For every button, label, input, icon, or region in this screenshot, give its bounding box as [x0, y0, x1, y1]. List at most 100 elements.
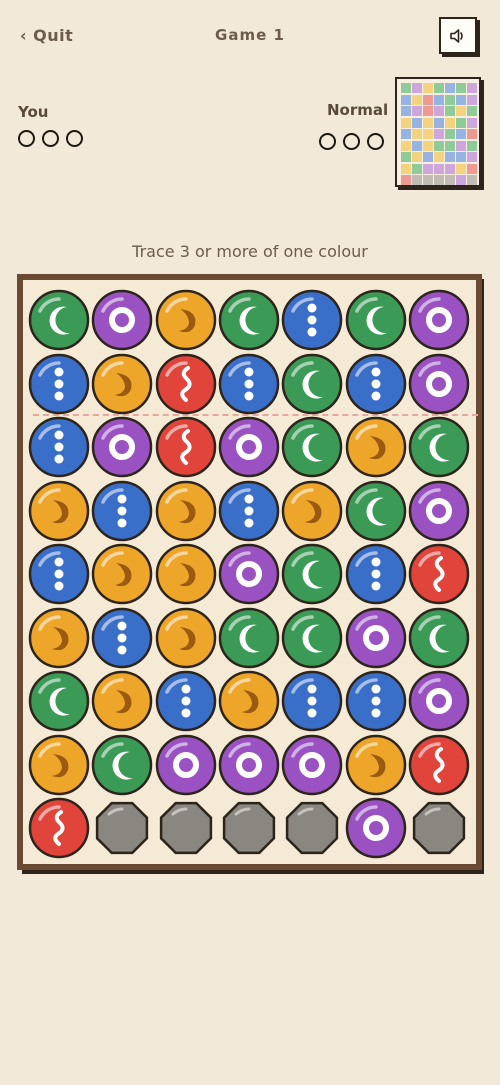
minimap-cell-orange	[412, 129, 422, 139]
sound-toggle-button[interactable]	[439, 17, 477, 54]
marble-blue[interactable]	[218, 480, 280, 542]
marble-red[interactable]	[28, 797, 90, 859]
minimap-cell-green	[412, 163, 422, 174]
marble-green[interactable]	[28, 670, 90, 732]
marble-green[interactable]	[408, 607, 470, 669]
game-board[interactable]	[17, 274, 482, 870]
marble-purple[interactable]	[91, 416, 153, 478]
marble-purple[interactable]	[218, 543, 280, 605]
minimap-cell-blue	[434, 117, 444, 128]
minimap-cell-red	[423, 94, 433, 105]
marble-orange[interactable]	[28, 734, 90, 796]
minimap-cell-purple	[423, 163, 433, 174]
marble-blue[interactable]	[218, 353, 280, 415]
marble-orange[interactable]	[91, 543, 153, 605]
marble-blue[interactable]	[28, 353, 90, 415]
minimap-cell-purple	[434, 106, 444, 116]
marble-red[interactable]	[155, 353, 217, 415]
minimap-cell-orange	[423, 117, 433, 128]
marble-red[interactable]	[155, 416, 217, 478]
minimap-cell-green	[401, 83, 411, 93]
marble-orange[interactable]	[91, 670, 153, 732]
marble-orange[interactable]	[155, 607, 217, 669]
minimap-cell-red	[401, 175, 411, 185]
marble-red[interactable]	[408, 543, 470, 605]
marble-green[interactable]	[345, 480, 407, 542]
marble-blue[interactable]	[281, 289, 343, 351]
marble-purple[interactable]	[408, 480, 470, 542]
marble-orange[interactable]	[345, 734, 407, 796]
marble-purple[interactable]	[155, 734, 217, 796]
marble-orange[interactable]	[91, 353, 153, 415]
marble-blue[interactable]	[345, 670, 407, 732]
minimap-cell-blue	[412, 140, 422, 151]
marble-green[interactable]	[91, 734, 153, 796]
minimap-cell-blue	[401, 106, 411, 116]
minimap-cell-green	[467, 106, 477, 116]
marble-purple[interactable]	[408, 670, 470, 732]
marble-green[interactable]	[281, 543, 343, 605]
minimap-cell-purple	[467, 152, 477, 162]
marble-orange[interactable]	[155, 289, 217, 351]
marble-purple[interactable]	[281, 734, 343, 796]
score-dot	[319, 133, 336, 150]
marble-orange[interactable]	[281, 480, 343, 542]
stone-block	[408, 797, 470, 859]
stone-block	[218, 797, 280, 859]
marble-orange[interactable]	[28, 607, 90, 669]
marble-blue[interactable]	[28, 543, 90, 605]
marble-red[interactable]	[408, 734, 470, 796]
minimap-cell-green	[456, 83, 466, 93]
marble-purple[interactable]	[345, 797, 407, 859]
marble-green[interactable]	[408, 416, 470, 478]
minimap-cell-blue	[401, 94, 411, 105]
marble-blue[interactable]	[91, 607, 153, 669]
marble-orange[interactable]	[345, 416, 407, 478]
marble-blue[interactable]	[155, 670, 217, 732]
marble-orange[interactable]	[155, 543, 217, 605]
minimap-cell-orange	[445, 117, 455, 128]
marble-blue[interactable]	[345, 353, 407, 415]
marble-green[interactable]	[281, 416, 343, 478]
marble-blue[interactable]	[281, 670, 343, 732]
marble-purple[interactable]	[408, 353, 470, 415]
minimap-cell-blue	[423, 152, 433, 162]
minimap-cell-red	[423, 106, 433, 116]
marble-green[interactable]	[281, 607, 343, 669]
marble-green[interactable]	[281, 353, 343, 415]
marble-green[interactable]	[345, 289, 407, 351]
minimap-cell-blue	[456, 152, 466, 162]
minimap-cell-blue	[445, 152, 455, 162]
marble-blue[interactable]	[345, 543, 407, 605]
marble-purple[interactable]	[91, 289, 153, 351]
marble-orange[interactable]	[155, 480, 217, 542]
minimap-cell-orange	[401, 140, 411, 151]
marble-green[interactable]	[218, 289, 280, 351]
marble-green[interactable]	[28, 289, 90, 351]
minimap-cell-purple	[412, 83, 422, 93]
minimap-cell-orange	[401, 117, 411, 128]
marble-purple[interactable]	[345, 607, 407, 669]
marble-orange[interactable]	[218, 670, 280, 732]
minimap-cell-blue	[456, 94, 466, 105]
game-title: Game 1	[215, 26, 285, 44]
marble-green[interactable]	[218, 607, 280, 669]
score-dot	[18, 130, 35, 147]
minimap-cell-green	[434, 83, 444, 93]
minimap-cell-blue	[456, 129, 466, 139]
marble-purple[interactable]	[218, 734, 280, 796]
marble-purple[interactable]	[218, 416, 280, 478]
marble-blue[interactable]	[91, 480, 153, 542]
minimap-cell-orange	[412, 94, 422, 105]
minimap-cell-blue	[434, 94, 444, 105]
minimap-cell-purple	[467, 117, 477, 128]
minimap-cell-green	[445, 129, 455, 139]
minimap-cell-orange	[456, 163, 466, 174]
minimap-cell-purple	[445, 163, 455, 174]
marble-purple[interactable]	[408, 289, 470, 351]
score-dot	[343, 133, 360, 150]
marble-orange[interactable]	[28, 480, 90, 542]
marble-blue[interactable]	[28, 416, 90, 478]
score-dot	[367, 133, 384, 150]
stone-block	[281, 797, 343, 859]
